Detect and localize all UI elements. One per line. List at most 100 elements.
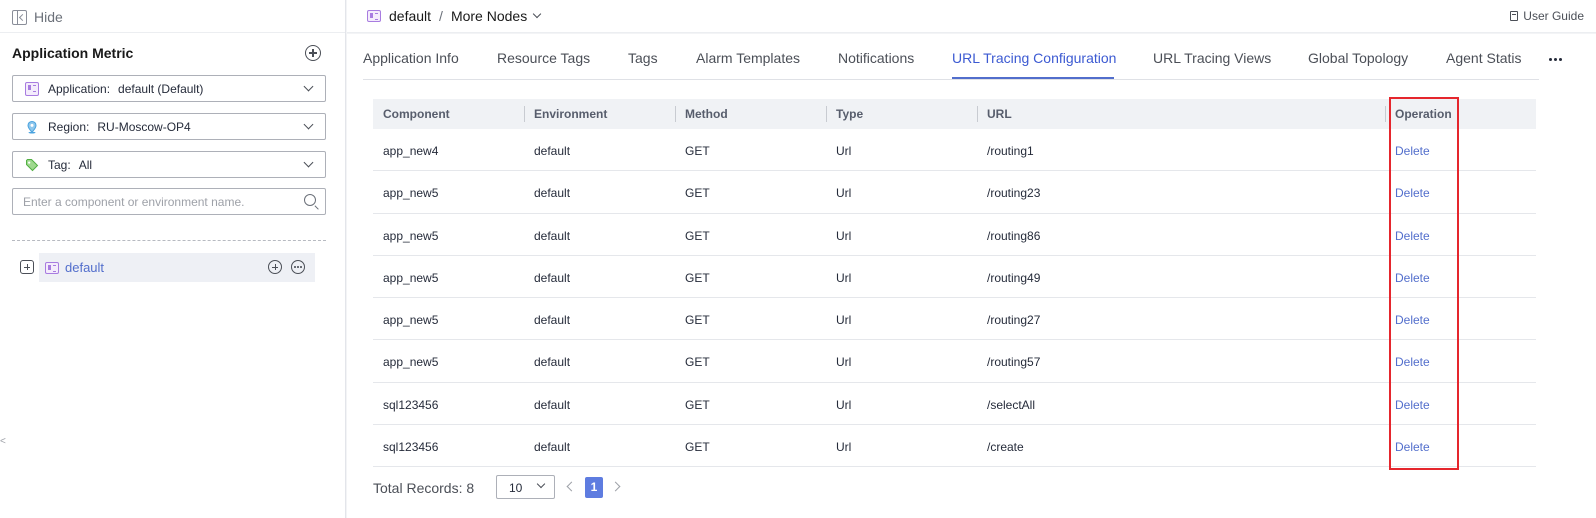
tag-select-value: All — [78, 157, 93, 172]
column-header-component: Component — [383, 107, 450, 121]
tab-alarm-templates[interactable]: Alarm Templates — [696, 50, 800, 66]
cell-type: Url — [836, 144, 852, 158]
column-header-url: URL — [987, 107, 1012, 121]
cell-environment: default — [534, 355, 571, 370]
tab-application-info[interactable]: Application Info — [363, 50, 459, 66]
cell-url: /routing57 — [987, 355, 1041, 370]
tab-tags[interactable]: Tags — [628, 50, 658, 66]
column-divider — [826, 106, 827, 122]
cell-component: sql123456 — [383, 397, 439, 412]
cell-method: GET — [685, 270, 710, 285]
column-divider — [524, 106, 525, 122]
chevron-down-icon — [303, 81, 314, 92]
cell-method: GET — [685, 313, 710, 328]
cell-type: Url — [836, 313, 852, 328]
delete-link[interactable]: Delete — [1395, 271, 1430, 285]
more-icon[interactable] — [1549, 58, 1562, 61]
search-input[interactable] — [13, 189, 293, 214]
more-nodes-dropdown[interactable]: More Nodes — [450, 8, 542, 24]
application-select-label: Application: — [48, 81, 111, 96]
hide-panel-button[interactable]: Hide — [12, 8, 63, 26]
add-circle-icon[interactable] — [268, 260, 282, 274]
cell-url: /routing27 — [987, 313, 1041, 328]
app-root: Hide Application Metric Application: def… — [0, 0, 1596, 518]
more-icon[interactable] — [291, 260, 305, 274]
page-size-select[interactable]: 10 — [496, 475, 555, 499]
search-icon[interactable] — [304, 194, 316, 206]
hide-label: Hide — [34, 9, 63, 25]
table-row: sql123456 default GET Url/create Delete — [373, 425, 1536, 468]
cell-method: GET — [685, 355, 710, 370]
delete-link[interactable]: Delete — [1395, 440, 1430, 454]
tab-url-tracing-views[interactable]: URL Tracing Views — [1153, 50, 1271, 66]
cell-method: GET — [685, 440, 710, 455]
application-select-value: default (Default) — [118, 81, 204, 96]
cell-environment: default — [534, 228, 571, 243]
pagination: Total Records: 8 10 1 — [373, 475, 621, 500]
user-guide-link[interactable]: User Guide — [1510, 9, 1584, 23]
delete-link[interactable]: Delete — [1395, 229, 1430, 243]
tab-agent-statistics[interactable]: Agent Statis — [1446, 50, 1522, 66]
tag-icon — [26, 158, 39, 171]
tab-notifications[interactable]: Notifications — [838, 50, 914, 66]
cell-type: Url — [836, 186, 852, 201]
add-circle-icon[interactable] — [305, 45, 321, 61]
left-panel: Hide Application Metric Application: def… — [0, 0, 346, 518]
cell-component: app_new5 — [383, 228, 439, 243]
edge-glyph: < — [0, 436, 6, 447]
chevron-down-icon — [303, 157, 314, 168]
cell-environment: default — [534, 397, 571, 412]
delete-link[interactable]: Delete — [1395, 355, 1430, 369]
region-select[interactable]: Region: RU-Moscow-OP4 — [12, 113, 326, 140]
breadcrumb-root[interactable]: default — [389, 8, 431, 24]
tab-url-tracing-configuration[interactable]: URL Tracing Configuration — [952, 50, 1116, 66]
main-content: Application Info Resource Tags Tags Alar… — [347, 34, 1596, 518]
tree-node-label: default — [65, 260, 105, 275]
app-window-icon — [45, 261, 59, 274]
table-header: Component Environment Method Type URL Op… — [373, 99, 1536, 129]
url-tracing-table: Component Environment Method Type URL Op… — [373, 99, 1536, 468]
cell-component: app_new5 — [383, 313, 439, 328]
more-nodes-label: More Nodes — [450, 8, 528, 24]
delete-link[interactable]: Delete — [1395, 313, 1430, 327]
cell-method: GET — [685, 186, 710, 201]
application-select[interactable]: Application: default (Default) — [12, 75, 326, 102]
cell-environment: default — [534, 186, 571, 201]
column-divider — [977, 106, 978, 122]
tag-select-label: Tag: — [48, 157, 71, 172]
plus-square-icon[interactable] — [20, 260, 34, 274]
cell-method: GET — [685, 228, 710, 243]
cell-url: /routing49 — [987, 270, 1041, 285]
delete-link[interactable]: Delete — [1395, 144, 1430, 158]
chevron-right-icon[interactable] — [610, 481, 621, 492]
tree-node-default[interactable]: default — [39, 253, 315, 282]
cell-component: app_new5 — [383, 355, 439, 370]
page-number-current[interactable]: 1 — [585, 477, 603, 498]
column-header-operation: Operation — [1395, 107, 1452, 121]
search-field[interactable] — [12, 188, 326, 215]
chevron-left-icon[interactable] — [566, 481, 577, 492]
table-row: app_new5 default GET Url/routing27 Delete — [373, 298, 1536, 341]
column-divider — [1385, 106, 1386, 122]
app-window-icon — [367, 10, 381, 22]
tag-select[interactable]: Tag: All — [12, 151, 326, 178]
app-window-icon — [25, 81, 39, 96]
cell-component: sql123456 — [383, 440, 439, 455]
table-row: sql123456 default GET Url/selectAll Delete — [373, 383, 1536, 426]
tab-global-topology[interactable]: Global Topology — [1308, 50, 1408, 66]
delete-link[interactable]: Delete — [1395, 186, 1430, 200]
breadcrumb: default / More Nodes — [367, 8, 542, 24]
table-row: app_new5 default GET Url/routing57 Delete — [373, 340, 1536, 383]
divider — [0, 32, 345, 33]
column-header-type: Type — [836, 107, 864, 121]
tab-resource-tags[interactable]: Resource Tags — [497, 50, 590, 66]
table-body: app_new4 default GET Url/routing1 Delete app_… — [373, 129, 1536, 468]
cell-component: app_new5 — [383, 186, 439, 201]
cell-url: /create — [987, 440, 1024, 455]
cell-method: GET — [685, 397, 710, 412]
delete-link[interactable]: Delete — [1395, 398, 1430, 412]
table-row: app_new5 default GET Url/routing23 Delete — [373, 171, 1536, 214]
chevron-down-icon — [303, 119, 314, 130]
chevron-down-icon — [532, 9, 542, 19]
user-guide-label: User Guide — [1523, 9, 1584, 23]
